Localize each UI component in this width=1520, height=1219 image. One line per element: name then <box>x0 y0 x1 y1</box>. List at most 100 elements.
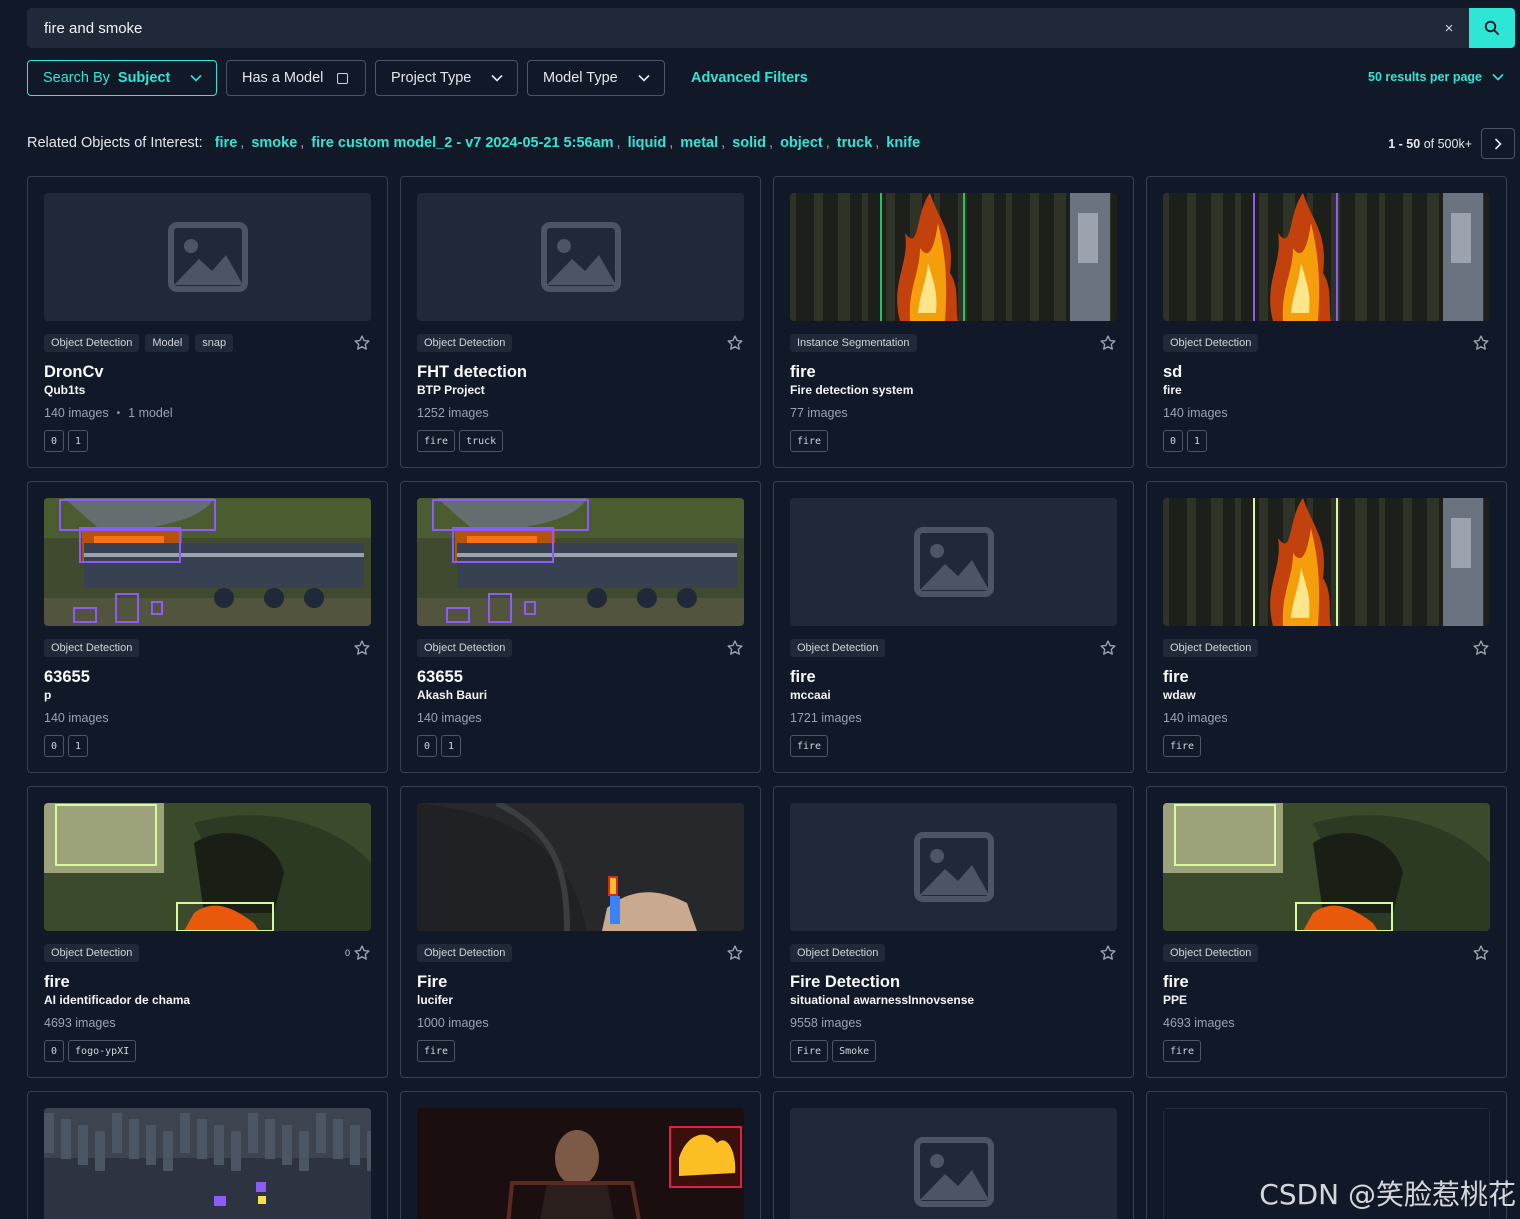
star-button[interactable] <box>353 639 371 657</box>
project-card[interactable]: Object Detection sd fire 140 images 0 1 <box>1146 176 1507 468</box>
project-meta: 140 images <box>417 711 482 725</box>
project-thumbnail[interactable] <box>790 803 1117 931</box>
tag-separator: , <box>825 135 830 151</box>
star-button[interactable] <box>1099 334 1117 352</box>
project-card[interactable] <box>27 1091 388 1219</box>
project-thumbnail[interactable] <box>417 193 744 321</box>
project-thumbnail[interactable] <box>417 498 744 626</box>
project-card[interactable]: Object Detection 0 fire AI identificador de… <box>27 786 388 1078</box>
card-badges: Object Detection <box>790 943 1117 963</box>
star-icon[interactable] <box>353 639 371 657</box>
star-button[interactable] <box>1472 944 1490 962</box>
image-count: 1000 images <box>417 1016 489 1030</box>
project-card[interactable]: Object Detection fire mccaai 1721 images fir… <box>773 481 1134 773</box>
project-card[interactable]: Object Detection FHT detection BTP Project… <box>400 176 761 468</box>
star-button[interactable] <box>353 334 371 352</box>
star-button[interactable] <box>726 334 744 352</box>
workspace-name: AI identificador de chama <box>44 993 191 1007</box>
project-thumbnail[interactable] <box>1163 803 1490 931</box>
project-thumbnail[interactable] <box>790 1108 1117 1219</box>
star-button[interactable] <box>1472 334 1490 352</box>
star-icon[interactable] <box>726 334 744 352</box>
star-icon[interactable] <box>353 334 371 352</box>
star-button[interactable] <box>726 944 744 962</box>
project-title[interactable]: fire <box>790 668 816 687</box>
workspace-name: mccaai <box>790 688 831 702</box>
related-tag[interactable]: metal <box>680 135 718 151</box>
project-card[interactable] <box>400 1091 761 1219</box>
project-thumbnail[interactable] <box>44 1108 371 1219</box>
project-card[interactable] <box>773 1091 1134 1219</box>
project-card[interactable]: Object Detection fire PPE 4693 images fire <box>1146 786 1507 1078</box>
project-title[interactable]: FHT detection <box>417 363 527 382</box>
star-button[interactable] <box>1472 639 1490 657</box>
project-card[interactable]: Instance Segmentation fire Fire detection … <box>773 176 1134 468</box>
star-icon[interactable] <box>1099 334 1117 352</box>
related-tag[interactable]: fire custom model_2 - v7 2024-05-21 5:56… <box>311 135 613 151</box>
project-card[interactable]: Object Detection 63655 p 140 images 0 1 <box>27 481 388 773</box>
star-icon[interactable] <box>1472 639 1490 657</box>
project-meta: 1721 images <box>790 711 862 725</box>
related-tag[interactable]: liquid <box>628 135 667 151</box>
project-card[interactable]: Object Detection 63655 Akash Bauri 140 imag… <box>400 481 761 773</box>
project-title[interactable]: fire <box>1163 668 1189 687</box>
project-thumbnail[interactable] <box>44 803 371 931</box>
has-model-toggle[interactable]: Has a Model <box>226 60 366 96</box>
related-tag[interactable]: smoke <box>251 135 297 151</box>
project-title[interactable]: sd <box>1163 363 1182 382</box>
project-thumbnail[interactable] <box>417 803 744 931</box>
star-icon[interactable] <box>353 944 371 962</box>
project-card[interactable]: Object Detection Fire lucifer 1000 images fi… <box>400 786 761 1078</box>
project-title[interactable]: fire <box>790 363 816 382</box>
search-icon <box>1484 20 1499 35</box>
star-button[interactable] <box>726 639 744 657</box>
project-card[interactable]: Object Detection Fire Detection situationa… <box>773 786 1134 1078</box>
search-bar[interactable]: fire and smoke × <box>27 8 1515 48</box>
star-icon[interactable] <box>1472 944 1490 962</box>
project-title[interactable]: Fire Detection <box>790 973 900 992</box>
star-button[interactable] <box>1099 944 1117 962</box>
project-thumbnail[interactable] <box>790 498 1117 626</box>
model-type-dropdown[interactable]: Model Type <box>527 60 665 96</box>
related-tag[interactable]: solid <box>732 135 766 151</box>
related-tag[interactable]: truck <box>837 135 872 151</box>
related-tag[interactable]: fire <box>215 135 238 151</box>
star-icon[interactable] <box>1099 639 1117 657</box>
project-thumbnail[interactable] <box>44 193 371 321</box>
project-title[interactable]: 63655 <box>44 668 90 687</box>
project-thumbnail[interactable] <box>44 498 371 626</box>
project-type-badge: Object Detection <box>1163 944 1259 962</box>
project-type-dropdown[interactable]: Project Type <box>375 60 518 96</box>
has-model-checkbox[interactable] <box>337 72 349 84</box>
search-input[interactable]: fire and smoke <box>27 20 1429 37</box>
project-thumbnail[interactable] <box>1163 498 1490 626</box>
project-card[interactable]: Object Detection fire wdaw 140 images fire <box>1146 481 1507 773</box>
results-per-page-dropdown[interactable]: 50 results per page <box>1368 70 1504 84</box>
star-icon[interactable] <box>726 639 744 657</box>
card-badges: Instance Segmentation <box>790 333 1117 353</box>
image-count: 140 images <box>1163 711 1228 725</box>
next-page-button[interactable] <box>1481 128 1515 159</box>
project-meta: 4693 images <box>1163 1016 1235 1030</box>
project-thumbnail[interactable] <box>1163 193 1490 321</box>
project-thumbnail[interactable] <box>417 1108 744 1219</box>
star-icon[interactable] <box>1472 334 1490 352</box>
workspace-name: wdaw <box>1163 688 1196 702</box>
project-thumbnail[interactable] <box>790 193 1117 321</box>
search-by-dropdown[interactable]: Search By Subject <box>27 60 217 96</box>
project-title[interactable]: fire <box>1163 973 1189 992</box>
project-card[interactable]: Object Detection Model snap DronCv Qub1ts 140… <box>27 176 388 468</box>
star-icon[interactable] <box>1099 944 1117 962</box>
project-title[interactable]: DronCv <box>44 363 104 382</box>
star-button[interactable] <box>1099 639 1117 657</box>
project-title[interactable]: Fire <box>417 973 447 992</box>
star-button[interactable]: 0 <box>345 944 371 962</box>
project-title[interactable]: 63655 <box>417 668 463 687</box>
project-title[interactable]: fire <box>44 973 70 992</box>
star-icon[interactable] <box>726 944 744 962</box>
related-tag[interactable]: knife <box>886 135 920 151</box>
related-tag[interactable]: object <box>780 135 823 151</box>
advanced-filters-link[interactable]: Advanced Filters <box>691 70 808 86</box>
search-button[interactable] <box>1469 8 1515 48</box>
clear-icon[interactable]: × <box>1429 20 1469 37</box>
